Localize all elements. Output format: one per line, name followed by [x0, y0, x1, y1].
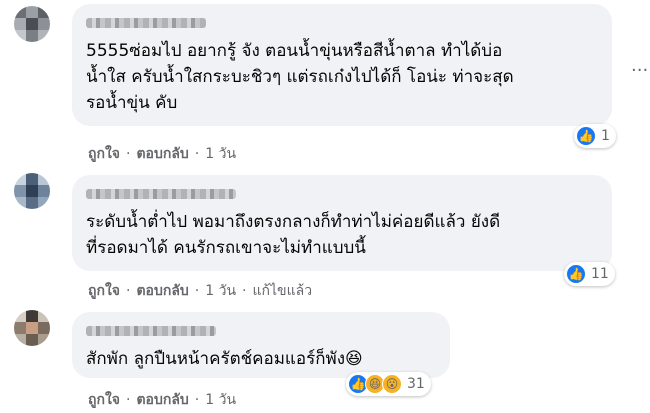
reaction-summary[interactable]: 👍 😆 😮 31	[346, 372, 431, 396]
comment-text: สักพัก ลูกปืนหน้าครัตช์คอมแอร์ก็พัง😆	[86, 349, 363, 369]
separator-dot: ·	[126, 283, 131, 299]
timestamp[interactable]: 1 วัน	[205, 283, 236, 299]
reply-link[interactable]: ตอบกลับ	[136, 283, 188, 299]
comment-text: ระดับน้ำต่ำไป พอมาถึงตรงกลางก็ทำท่าไม่ค่…	[86, 212, 501, 258]
reaction-summary[interactable]: 👍 11	[564, 262, 615, 286]
like-link[interactable]: ถูกใจ	[88, 146, 120, 162]
timestamp[interactable]: 1 วัน	[205, 146, 236, 162]
author-name-blurred[interactable]	[86, 326, 216, 336]
comment-actions: ถูกใจ · ตอบกลับ · 1 วัน	[88, 143, 236, 165]
comment-text: 5555ซ่อมไป อยากรู้ จัง ตอนน้ำขุ่นหรือสีน…	[86, 41, 514, 113]
more-options-icon[interactable]: ···	[631, 60, 648, 81]
separator-dot: ·	[126, 392, 131, 408]
wow-icon: 😮	[382, 374, 402, 394]
author-name-blurred[interactable]	[86, 189, 236, 199]
reaction-count: 1	[601, 128, 610, 144]
separator-dot: ·	[126, 146, 131, 162]
reaction-count: 11	[591, 266, 609, 282]
separator-dot: ·	[194, 392, 200, 408]
like-link[interactable]: ถูกใจ	[88, 392, 120, 408]
comment-bubble: 5555ซ่อมไป อยากรู้ จัง ตอนน้ำขุ่นหรือสีน…	[72, 4, 612, 126]
avatar[interactable]	[14, 310, 50, 346]
edited-label[interactable]: แก้ไขแล้ว	[253, 283, 313, 299]
comment-bubble: สักพัก ลูกปืนหน้าครัตช์คอมแอร์ก็พัง😆	[72, 312, 450, 378]
avatar[interactable]	[14, 6, 50, 42]
separator-dot: ·	[194, 146, 200, 162]
comment-actions: ถูกใจ · ตอบกลับ · 1 วัน · แก้ไขแล้ว	[88, 280, 312, 302]
like-icon: 👍	[576, 126, 596, 146]
like-link[interactable]: ถูกใจ	[88, 283, 120, 299]
like-icon: 👍	[566, 264, 586, 284]
reaction-count: 31	[407, 376, 425, 392]
reply-link[interactable]: ตอบกลับ	[136, 392, 188, 408]
avatar[interactable]	[14, 173, 50, 209]
comment-bubble: ระดับน้ำต่ำไป พอมาถึงตรงกลางก็ทำท่าไม่ค่…	[72, 175, 612, 271]
separator-dot: ·	[194, 283, 200, 299]
timestamp[interactable]: 1 วัน	[205, 392, 236, 408]
separator-dot: ·	[242, 283, 247, 299]
reaction-summary[interactable]: 👍 1	[574, 124, 616, 148]
author-name-blurred[interactable]	[86, 18, 206, 28]
reply-link[interactable]: ตอบกลับ	[136, 146, 188, 162]
comment-actions: ถูกใจ · ตอบกลับ · 1 วัน	[88, 389, 236, 411]
